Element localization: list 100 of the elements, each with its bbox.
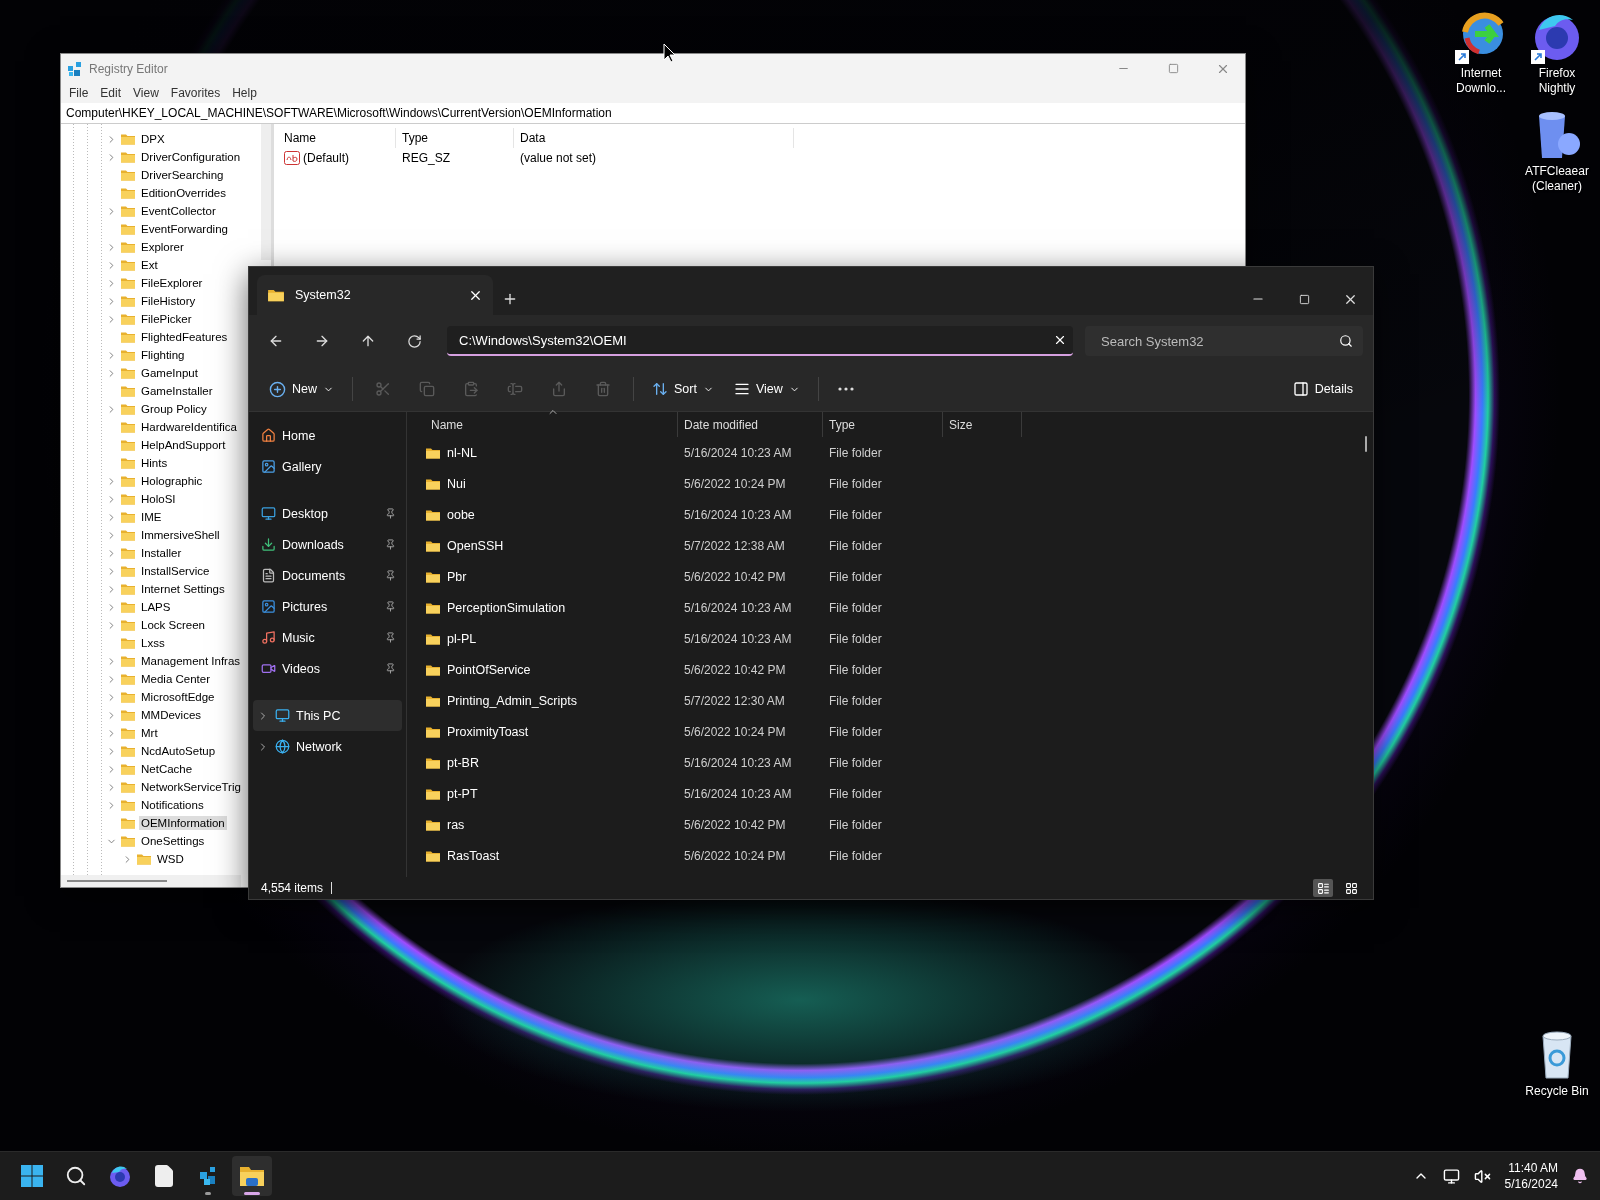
- sidebar-item[interactable]: Gallery: [253, 451, 402, 482]
- tree-item[interactable]: Ext: [139, 258, 160, 272]
- sidebar-item[interactable]: Home: [253, 420, 402, 451]
- search-field[interactable]: Search System32: [1085, 326, 1363, 356]
- column-header[interactable]: Name: [407, 412, 678, 437]
- tree-item[interactable]: LAPS: [139, 600, 173, 614]
- column-header[interactable]: Data: [514, 128, 794, 148]
- desktop-icon-label[interactable]: Internet Downlo...: [1443, 66, 1519, 96]
- tree-item[interactable]: Group Policy: [139, 402, 209, 416]
- tree-item[interactable]: NcdAutoSetup: [139, 744, 218, 758]
- tree-item[interactable]: MicrosoftEdge: [139, 690, 217, 704]
- desktop-icon-label[interactable]: Firefox Nightly: [1519, 66, 1595, 96]
- tree-item[interactable]: WSD: [155, 852, 186, 866]
- details-view-button[interactable]: [1313, 879, 1333, 897]
- tree-item[interactable]: Installer: [139, 546, 184, 560]
- tree-item[interactable]: HelpAndSupport: [139, 438, 228, 452]
- tree-item[interactable]: Notifications: [139, 798, 206, 812]
- tree-item[interactable]: FlightedFeatures: [139, 330, 230, 344]
- file-name[interactable]: PerceptionSimulation: [447, 600, 566, 615]
- tree-item[interactable]: FileHistory: [139, 294, 198, 308]
- tree-item[interactable]: Hints: [139, 456, 170, 470]
- sidebar-item[interactable]: Music: [253, 622, 402, 653]
- scrollbar[interactable]: [61, 875, 241, 887]
- tree-item[interactable]: Media Center: [139, 672, 213, 686]
- address-bar[interactable]: Computer\HKEY_LOCAL_MACHINE\SOFTWARE\Microsoft\Windows\CurrentVersion\OEMInformation: [61, 103, 1245, 124]
- tree-item[interactable]: Lxss: [139, 636, 167, 650]
- tree-item[interactable]: InstallService: [139, 564, 212, 578]
- sidebar-item[interactable]: Downloads: [253, 529, 402, 560]
- file-name[interactable]: pt-PT: [447, 786, 478, 801]
- sort-button[interactable]: Sort: [644, 373, 722, 405]
- menu-item[interactable]: Favorites: [164, 86, 227, 100]
- clear-icon[interactable]: [1053, 333, 1067, 347]
- tree-item[interactable]: Mrt: [139, 726, 160, 740]
- tree-item[interactable]: EventForwarding: [139, 222, 230, 236]
- file-name[interactable]: nl-NL: [447, 445, 477, 460]
- menu-item[interactable]: Help: [226, 86, 263, 100]
- details-button[interactable]: Details: [1284, 373, 1361, 405]
- column-header[interactable]: Name: [278, 128, 396, 148]
- tree-item[interactable]: Lock Screen: [139, 618, 207, 632]
- menu-item[interactable]: File: [63, 86, 95, 100]
- sidebar-item[interactable]: Pictures: [253, 591, 402, 622]
- menu-item[interactable]: Edit: [94, 86, 128, 100]
- file-name[interactable]: PointOfService: [447, 662, 531, 677]
- file-name[interactable]: Pbr: [447, 569, 467, 584]
- tree-item[interactable]: OEMInformation: [139, 816, 227, 830]
- search-input[interactable]: Search System32: [1099, 332, 1339, 350]
- tree-item[interactable]: FileExplorer: [139, 276, 205, 290]
- new-button[interactable]: New: [261, 373, 342, 405]
- file-name[interactable]: ProximityToast: [447, 724, 529, 739]
- tree-item[interactable]: HoloSI: [139, 492, 178, 506]
- tree-item[interactable]: DPX: [139, 132, 167, 146]
- network-monitor-icon[interactable]: [1442, 1167, 1460, 1185]
- column-header[interactable]: Size: [943, 412, 1022, 437]
- tree-item[interactable]: NetCache: [139, 762, 195, 776]
- address-input[interactable]: C:\Windows\System32\OEMI: [457, 331, 1053, 349]
- tree-item[interactable]: Explorer: [139, 240, 186, 254]
- view-button[interactable]: View: [725, 373, 808, 405]
- taskbar-app-button[interactable]: [232, 1156, 272, 1196]
- column-header[interactable]: Type: [396, 128, 514, 148]
- scrollbar[interactable]: [261, 124, 271, 260]
- sidebar-item[interactable]: This PC: [253, 700, 402, 731]
- sidebar-item[interactable]: Network: [253, 731, 402, 762]
- desktop-icon-label[interactable]: Recycle Bin: [1525, 1084, 1589, 1099]
- tree-item[interactable]: EventCollector: [139, 204, 218, 218]
- tree-item[interactable]: FilePicker: [139, 312, 194, 326]
- muted-speaker-icon[interactable]: [1473, 1167, 1491, 1185]
- menu-item[interactable]: View: [127, 86, 165, 100]
- tab[interactable]: System32: [257, 275, 493, 315]
- tree-item[interactable]: EditionOverrides: [139, 186, 228, 200]
- file-name[interactable]: Nui: [447, 476, 466, 491]
- notification-bell-icon[interactable]: [1572, 1168, 1588, 1184]
- file-name[interactable]: OpenSSH: [447, 538, 504, 553]
- tree-item[interactable]: IME: [139, 510, 164, 524]
- file-name[interactable]: pt-BR: [447, 755, 479, 770]
- tree-item[interactable]: Flighting: [139, 348, 187, 362]
- sidebar-item[interactable]: Desktop: [253, 498, 402, 529]
- file-name[interactable]: ras: [447, 817, 465, 832]
- tree-item[interactable]: MMDevices: [139, 708, 204, 722]
- tree-item[interactable]: Holographic: [139, 474, 205, 488]
- tree-item[interactable]: DriverSearching: [139, 168, 226, 182]
- file-name[interactable]: oobe: [447, 507, 475, 522]
- tree-item[interactable]: Internet Settings: [139, 582, 227, 596]
- column-header[interactable]: Date modified: [678, 412, 823, 437]
- tree-item[interactable]: OneSettings: [139, 834, 207, 848]
- scrollbar-thumb[interactable]: [1365, 436, 1367, 452]
- tree-item[interactable]: GameInput: [139, 366, 200, 380]
- clock[interactable]: 11:40 AM 5/16/2024: [1504, 1160, 1558, 1192]
- file-name[interactable]: Printing_Admin_Scripts: [447, 693, 577, 708]
- tree-item[interactable]: ImmersiveShell: [139, 528, 222, 542]
- tree-item[interactable]: NetworkServiceTrig: [139, 780, 243, 794]
- sidebar-item[interactable]: Documents: [253, 560, 402, 591]
- tree-item[interactable]: HardwareIdentifica: [139, 420, 239, 434]
- desktop-icon-label[interactable]: ATFCleaear (Cleaner): [1519, 164, 1595, 194]
- tree-item[interactable]: DriverConfiguration: [139, 150, 243, 164]
- tree-item[interactable]: Management Infras: [139, 654, 243, 668]
- file-name[interactable]: pl-PL: [447, 631, 477, 646]
- column-header[interactable]: Type: [823, 412, 943, 437]
- tree-item[interactable]: GameInstaller: [139, 384, 215, 398]
- sidebar-item[interactable]: Videos: [253, 653, 402, 684]
- address-field[interactable]: C:\Windows\System32\OEMI: [447, 326, 1073, 356]
